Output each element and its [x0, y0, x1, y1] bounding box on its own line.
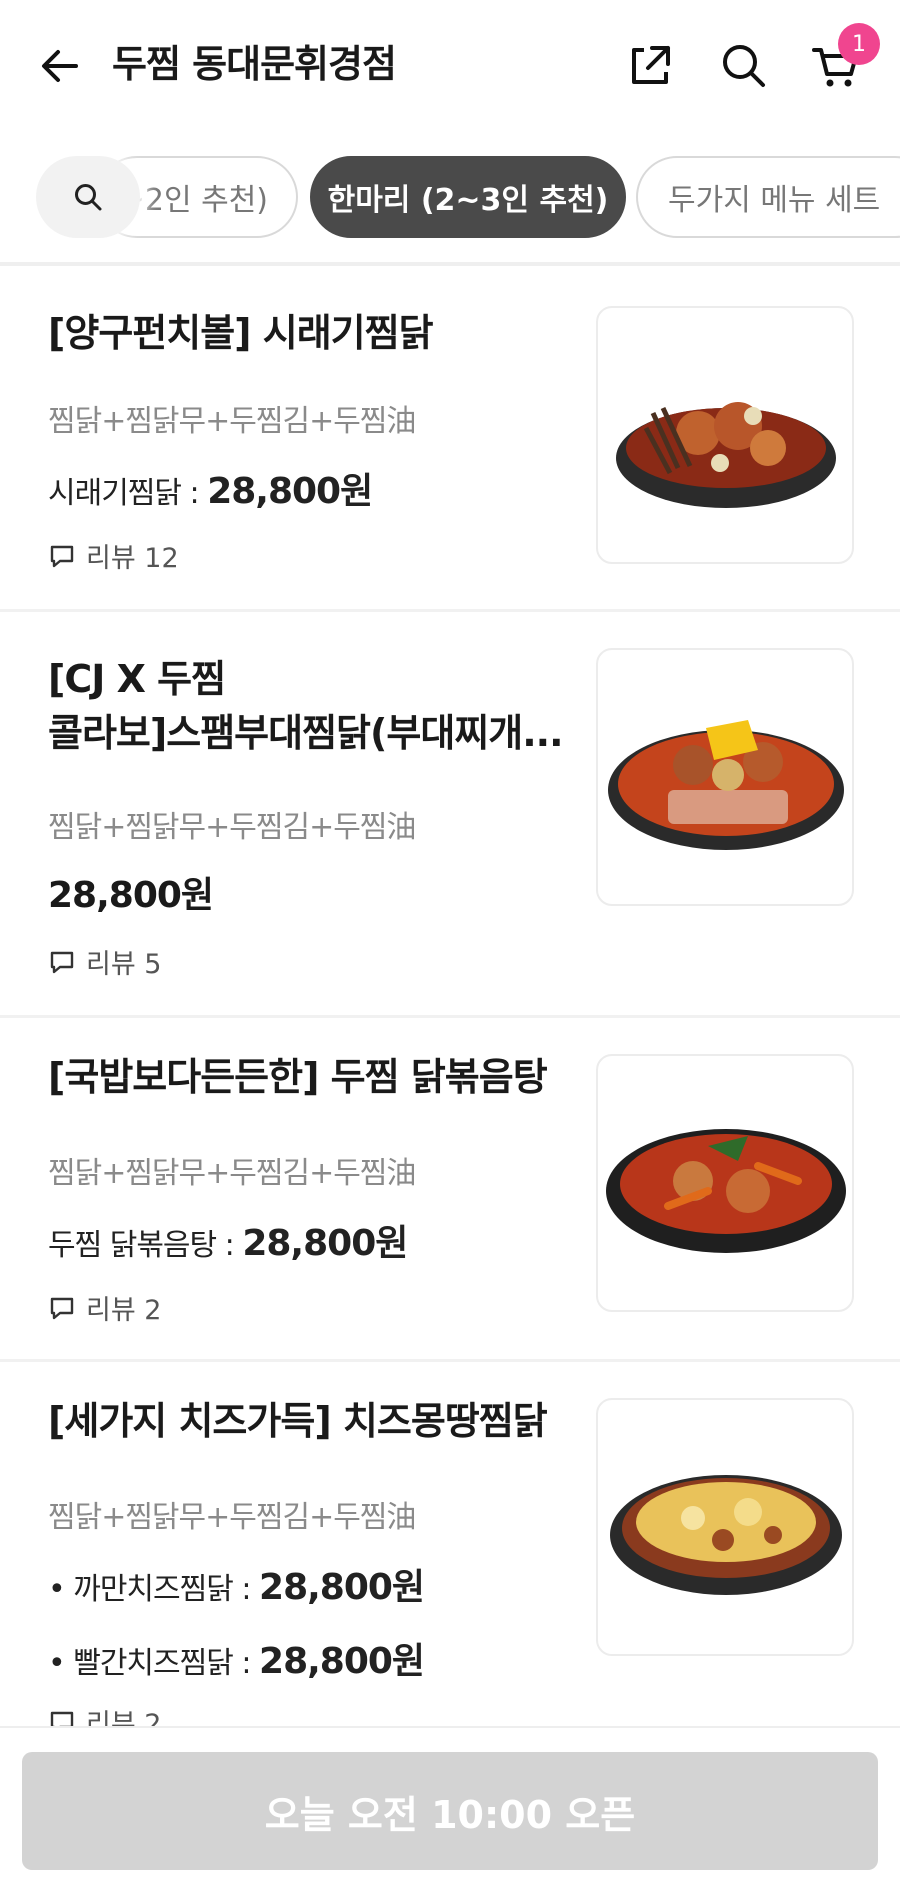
menu-item-title: [CJ X 두찜 콜라보]스팸부대찜닭(부대찌개...: [48, 652, 568, 760]
menu-item-photo[interactable]: [596, 306, 854, 564]
menu-item-description: 찜닭+찜닭무+두찜김+두찜油: [48, 810, 416, 845]
price-amount: 28,800원: [242, 1223, 408, 1264]
price-label: • 까만치즈찜닭 :: [48, 1572, 260, 1607]
app-header: 두찜 동대문휘경점 1: [0, 0, 900, 130]
food-photo-icon: [616, 402, 836, 508]
menu-item-title: [양구펀치볼] 시래기찜닭: [48, 311, 434, 355]
search-icon[interactable]: [718, 40, 770, 92]
store-title: 두찜 동대문휘경점: [112, 42, 397, 86]
food-photo-icon: [608, 720, 844, 850]
menu-item-description: 찜닭+찜닭무+두찜김+두찜油: [48, 404, 416, 439]
search-icon: [75, 184, 102, 211]
price-amount: 28,800원: [259, 1567, 425, 1608]
share-icon[interactable]: [624, 40, 676, 92]
price-amount: 28,800원: [207, 471, 373, 512]
food-photo-icon: [606, 1129, 846, 1253]
menu-item-photo[interactable]: [596, 648, 854, 906]
comment-icon: [50, 951, 74, 973]
price-amount: 28,800원: [259, 1641, 425, 1682]
menu-item-price: • 빨간치즈찜닭 : 28,800원: [48, 1632, 425, 1684]
menu-item-price: 두찜 닭볶음탕 : 28,800원: [48, 1214, 408, 1266]
review-link[interactable]: 리뷰 2: [48, 1288, 161, 1327]
review-count: 리뷰 2: [86, 1295, 162, 1326]
tab-two-menu-set[interactable]: 두가지 메뉴 세트: [636, 156, 900, 238]
menu-item-price: • 까만치즈찜닭 : 28,800원: [48, 1558, 425, 1610]
menu-item-title-line: 콜라보]스팸부대찜닭(부대찌개...: [48, 711, 564, 755]
menu-item-description: 찜닭+찜닭무+두찜김+두찜油: [48, 1500, 416, 1535]
review-count: 리뷰 12: [86, 543, 179, 574]
menu-item-photo[interactable]: [596, 1398, 854, 1656]
cart-count-badge: 1: [838, 23, 880, 65]
review-count: 리뷰 5: [86, 949, 162, 980]
menu-item-title: [국밥보다든든한] 두찜 닭볶음탕: [48, 1055, 548, 1099]
bottom-bar: 오늘 오전 10:00 오픈: [0, 1726, 900, 1892]
menu-search-button[interactable]: [36, 156, 140, 238]
menu-item-title: [세가지 치즈가득] 치즈몽땅찜닭: [48, 1399, 548, 1443]
menu-item-photo[interactable]: [596, 1054, 854, 1312]
menu-item[interactable]: [세가지 치즈가득] 치즈몽땅찜닭 찜닭+찜닭무+두찜김+두찜油 • 까만치즈찜…: [0, 1362, 900, 1742]
review-link[interactable]: 리뷰 5: [48, 942, 161, 981]
menu-item[interactable]: [CJ X 두찜 콜라보]스팸부대찜닭(부대찌개... 찜닭+찜닭무+두찜김+두…: [0, 612, 900, 1018]
back-arrow-icon[interactable]: [36, 42, 84, 90]
comment-icon: [50, 545, 74, 567]
menu-item-title-line: [CJ X 두찜: [48, 657, 226, 701]
menu-item[interactable]: [국밥보다든든한] 두찜 닭볶음탕 찜닭+찜닭무+두찜김+두찜油 두찜 닭볶음탕…: [0, 1018, 900, 1362]
menu-item-description: 찜닭+찜닭무+두찜김+두찜油: [48, 1156, 416, 1191]
menu-item-price: 28,800원: [48, 875, 214, 916]
price-label: 두찜 닭볶음탕 :: [48, 1228, 243, 1263]
comment-icon: [50, 1297, 74, 1319]
menu-item[interactable]: [양구펀치볼] 시래기찜닭 찜닭+찜닭무+두찜김+두찜油 시래기찜닭 : 28,…: [0, 266, 900, 612]
menu-item-price: 시래기찜닭 : 28,800원: [48, 462, 373, 514]
review-link[interactable]: 리뷰 12: [48, 536, 179, 575]
tab-hanmari[interactable]: 한마리 (2~3인 추천): [310, 156, 626, 238]
category-tabs: ~2인 추천) 한마리 (2~3인 추천) 두가지 메뉴 세트: [0, 152, 900, 242]
open-time-button[interactable]: 오늘 오전 10:00 오픈: [22, 1752, 878, 1870]
food-photo-icon: [610, 1475, 842, 1595]
price-label: • 빨간치즈찜닭 :: [48, 1646, 260, 1681]
price-label: 시래기찜닭 :: [48, 476, 208, 511]
